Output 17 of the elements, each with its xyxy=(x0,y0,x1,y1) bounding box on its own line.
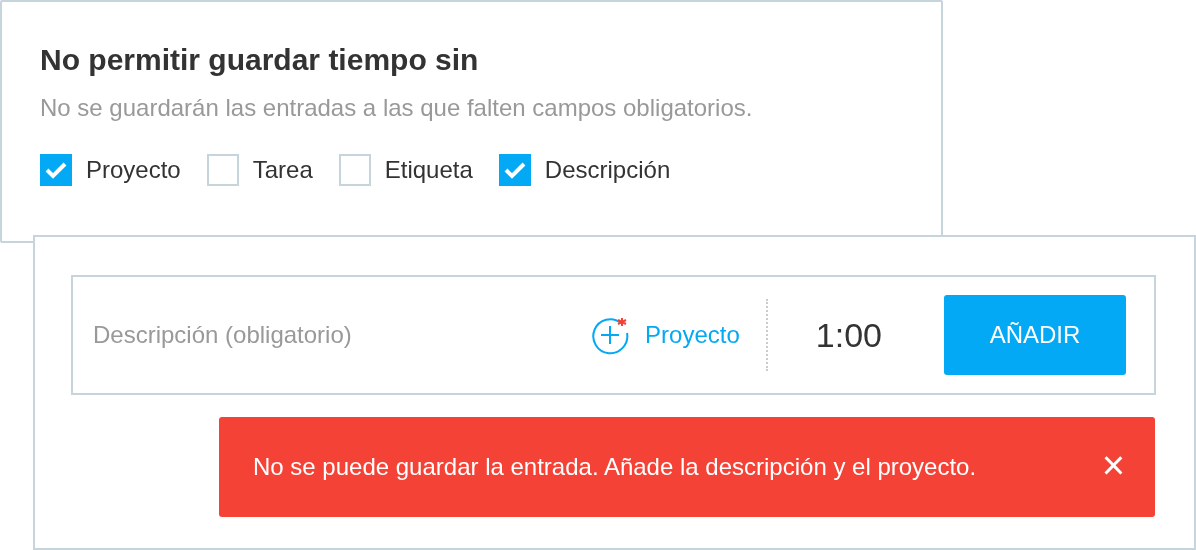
check-icon xyxy=(503,161,526,179)
panel-subtitle: No se guardarán las entradas a las que falten campos obligatorios. xyxy=(40,93,754,123)
duration-text: 1:00 xyxy=(815,314,882,356)
error-message: No se puede guardar la entrada. Añade la descripción y el proyecto. xyxy=(253,452,978,482)
checkbox[interactable] xyxy=(206,154,239,186)
panel-title: No permitir guardar tiempo sin xyxy=(40,42,480,78)
checkbox-label: Tarea xyxy=(252,155,313,185)
checkbox-label: Etiqueta xyxy=(384,155,473,185)
checkbox-label: Descripción xyxy=(544,155,671,185)
add-button[interactable]: AÑADIR xyxy=(944,295,1126,375)
check-icon xyxy=(45,161,67,179)
checkbox[interactable] xyxy=(40,154,72,186)
checkbox[interactable] xyxy=(338,154,371,186)
close-button[interactable]: × xyxy=(1101,445,1125,489)
checkbox[interactable] xyxy=(498,154,531,186)
checkbox-label: Proyecto xyxy=(86,155,181,185)
project-button[interactable]: Proyecto xyxy=(591,315,766,355)
